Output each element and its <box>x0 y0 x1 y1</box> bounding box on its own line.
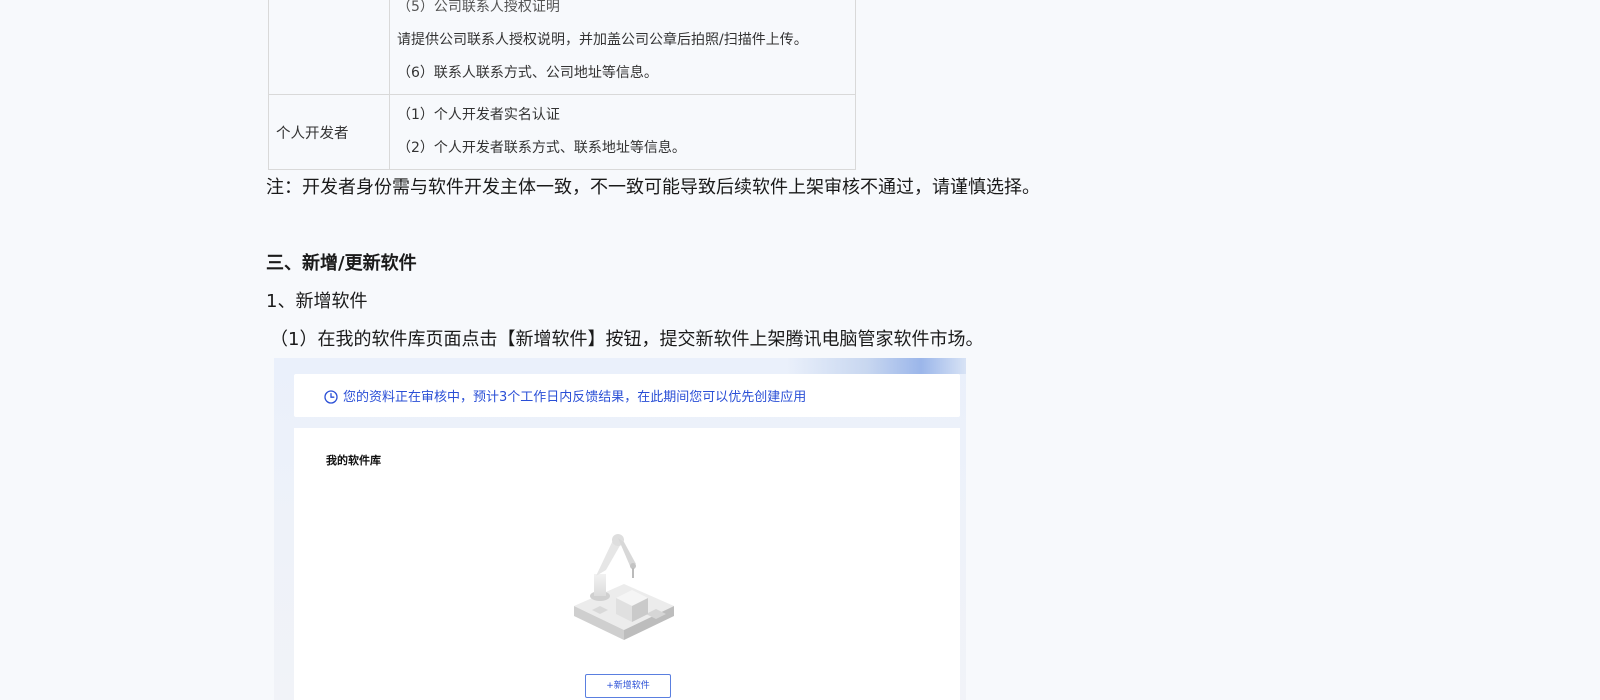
step-text: （1）在我的软件库页面点击【新增软件】按钮，提交新软件上架腾讯电脑管家软件市场。 <box>270 329 984 350</box>
requirement-line: （2）个人开发者联系方式、联系地址等信息。 <box>397 140 686 156</box>
requirement-line: （6）联系人联系方式、公司地址等信息。 <box>397 65 658 81</box>
table-row-individual: 个人开发者 （1）个人开发者实名认证 （2）个人开发者联系方式、联系地址等信息。 <box>268 94 856 170</box>
developer-type-cell <box>268 0 390 95</box>
requirement-line: （1）个人开发者实名认证 <box>397 107 560 123</box>
requirements-cell: （1）个人开发者实名认证 （2）个人开发者联系方式、联系地址等信息。 <box>389 94 856 170</box>
clock-icon <box>324 389 338 404</box>
sub-title: 1、新增软件 <box>266 291 368 312</box>
document-page: （5）公司联系人授权证明 请提供公司联系人授权说明，并加盖公司公章后拍照/扫描件… <box>0 0 1600 700</box>
embedded-screenshot: 您的资料正在审核中，预计3个工作日内反馈结果，在此期间您可以优先创建应用 我的软… <box>274 358 966 700</box>
panel-title: 我的软件库 <box>326 454 381 467</box>
add-software-button[interactable]: +新增软件 <box>585 674 671 698</box>
software-library-panel: 我的软件库 +新增软件 <box>294 428 960 700</box>
banner-text: 您的资料正在审核中，预计3个工作日内反馈结果，在此期间您可以优先创建应用 <box>343 390 807 405</box>
requirements-cell: （5）公司联系人授权证明 请提供公司联系人授权说明，并加盖公司公章后拍照/扫描件… <box>389 0 856 95</box>
requirements-table: （5）公司联系人授权证明 请提供公司联系人授权说明，并加盖公司公章后拍照/扫描件… <box>268 0 856 170</box>
review-status-banner: 您的资料正在审核中，预计3个工作日内反馈结果，在此期间您可以优先创建应用 <box>294 374 960 417</box>
section-title: 三、新增/更新软件 <box>266 253 417 274</box>
robot-arm-illustration <box>566 534 682 650</box>
table-row-company: （5）公司联系人授权证明 请提供公司联系人授权说明，并加盖公司公章后拍照/扫描件… <box>268 0 856 95</box>
requirement-line: 请提供公司联系人授权说明，并加盖公司公章后拍照/扫描件上传。 <box>397 32 808 48</box>
note-text: 注：开发者身份需与软件开发主体一致，不一致可能导致后续软件上架审核不通过，请谨慎… <box>266 177 1040 198</box>
header-decoration <box>786 358 966 374</box>
requirement-line: （5）公司联系人授权证明 <box>397 0 560 15</box>
developer-type-cell: 个人开发者 <box>268 94 390 170</box>
